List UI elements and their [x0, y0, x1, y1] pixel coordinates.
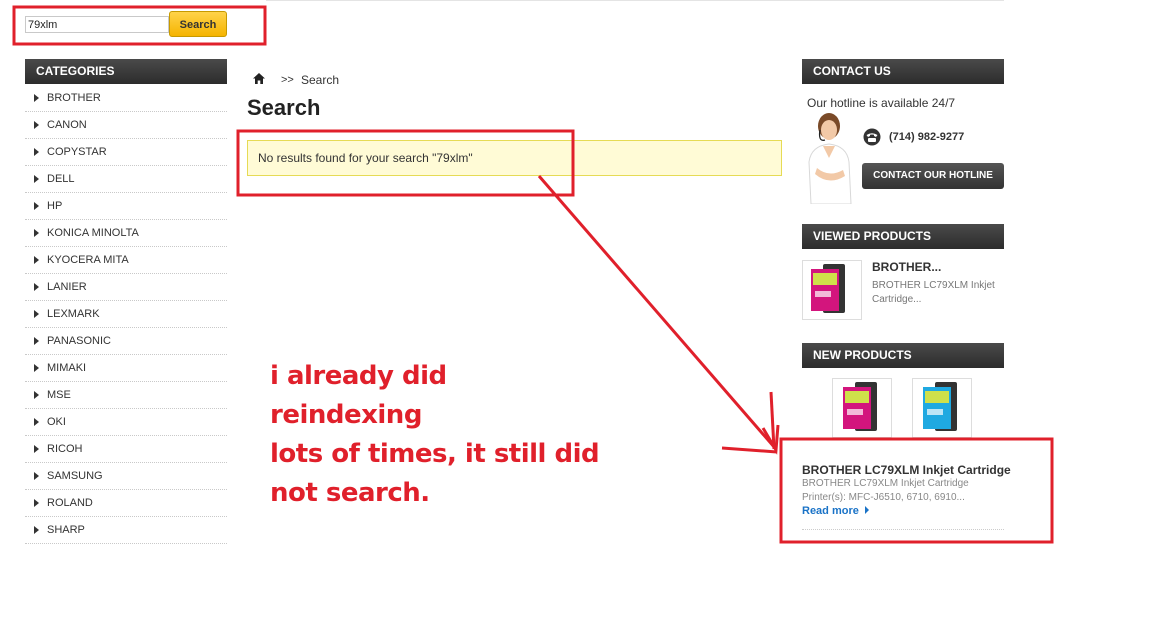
annotation-arrow-diagonal: [537, 175, 777, 449]
annotation-box-new-product: [779, 437, 1054, 544]
annotation-overlay: [12, 5, 1054, 544]
annotation-arrow-horizontal: [721, 446, 778, 454]
annotation-box-notice: [236, 129, 575, 197]
annotation-box-search: [12, 5, 267, 46]
